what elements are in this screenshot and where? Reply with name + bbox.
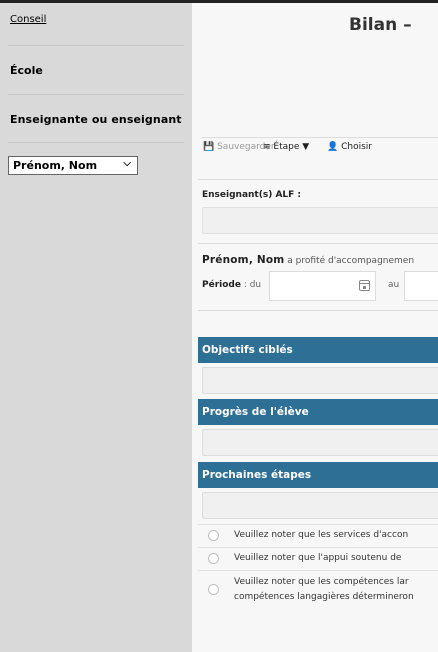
sidebar-divider	[8, 94, 184, 95]
option-row[interactable]: Veuillez noter que l'appui soutenu de	[198, 547, 438, 570]
etape-button[interactable]: ≡ Étape ▼	[263, 142, 309, 152]
radio-button[interactable]	[208, 553, 219, 564]
calendar-icon[interactable]	[359, 280, 370, 291]
choisir-button[interactable]: 👤 Choisir	[327, 142, 372, 152]
option-text: Veuillez noter que les compétences lar	[234, 577, 409, 587]
main-content: Bilan – 💾 Sauvegarder ≡ Étape ▼ 👤 Choisi…	[192, 3, 438, 652]
list-icon: ≡	[263, 142, 271, 152]
alf-input[interactable]	[202, 207, 438, 234]
periode-line: Période : du	[202, 280, 261, 290]
caret-down-icon: ▼	[302, 142, 310, 152]
conseil-link[interactable]: Conseil	[10, 14, 46, 25]
objectifs-input[interactable]	[202, 367, 438, 394]
page: Conseil École Enseignante ou enseignant …	[0, 0, 438, 652]
option-row[interactable]: Veuillez noter que les services d'accon	[198, 524, 438, 547]
student-name: Prénom, Nom	[202, 254, 285, 266]
section-objectifs-header: Objectifs ciblés	[198, 337, 438, 363]
sidebar: Conseil École Enseignante ou enseignant …	[0, 3, 192, 652]
option-text: Veuillez noter que les services d'accon	[234, 530, 409, 540]
periode-du: : du	[240, 280, 262, 290]
etape-label: Étape	[273, 142, 300, 152]
toolbar-divider	[202, 137, 438, 138]
sidebar-ecole-label: École	[10, 64, 43, 77]
option-text: Veuillez noter que l'appui soutenu de	[234, 553, 402, 563]
progres-input[interactable]	[202, 429, 438, 456]
student-select-value: Prénom, Nom	[13, 159, 98, 172]
option-text-line2: compétences langagières détermineron	[234, 592, 414, 602]
periode-au: au	[388, 280, 400, 290]
date-start-input[interactable]	[269, 271, 376, 301]
page-title: Bilan –	[349, 15, 412, 35]
radio-button[interactable]	[208, 530, 219, 541]
student-text: a profité d'accompagnemen	[284, 256, 415, 266]
sidebar-enseignant-label: Enseignante ou enseignant	[10, 113, 182, 126]
choisir-label: Choisir	[341, 142, 372, 152]
date-end-input[interactable]	[404, 271, 438, 301]
sidebar-divider	[8, 45, 184, 46]
sidebar-divider	[8, 142, 184, 143]
section-etapes-header: Prochaines étapes	[198, 462, 438, 488]
student-select[interactable]: Prénom, Nom ⌵	[8, 156, 138, 175]
radio-button[interactable]	[208, 584, 219, 595]
alf-label: Enseignant(s) ALF :	[202, 190, 302, 200]
chevron-down-icon: ⌵	[123, 158, 131, 169]
periode-label: Période	[202, 280, 241, 290]
save-icon: 💾	[203, 142, 215, 152]
option-row[interactable]: Veuillez noter que les compétences lar c…	[198, 570, 438, 610]
user-icon: 👤	[327, 142, 339, 152]
section-progres-header: Progrès de l'élève	[198, 399, 438, 425]
etapes-input[interactable]	[202, 492, 438, 519]
student-line: Prénom, Nom a profité d'accompagnemen	[202, 254, 414, 266]
